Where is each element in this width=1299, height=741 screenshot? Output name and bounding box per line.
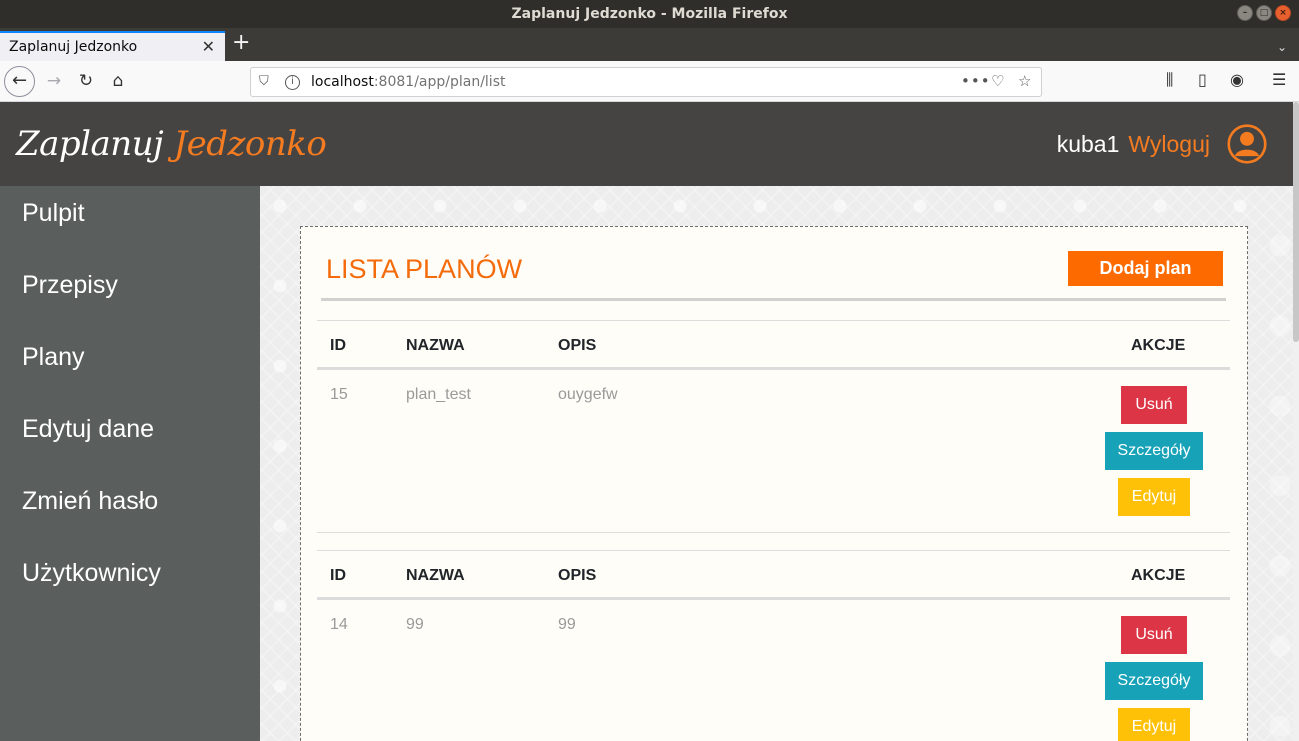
details-button[interactable]: Szczegóły [1105,662,1203,700]
column-header-id: ID [330,337,346,354]
column-header-name: NAZWA [406,567,465,584]
column-header-description: OPIS [558,567,597,584]
info-icon[interactable]: i [285,75,300,90]
logout-link[interactable]: Wyloguj [1128,131,1210,158]
forward-arrow-icon[interactable]: → [40,69,68,93]
row-divider [317,532,1230,533]
pocket-icon[interactable]: ♡ [991,72,1004,90]
column-header-name: NAZWA [406,337,465,354]
user-avatar-icon[interactable] [1224,124,1270,164]
user-area: kuba1 Wyloguj [1057,124,1270,164]
library-icon[interactable]: ⫼ [1166,70,1173,90]
table-header: ID NAZWA OPIS AKCJE [317,550,1230,600]
bookmark-star-icon[interactable]: ☆ [1018,72,1031,90]
plan-list-panel: LISTA PLANÓW Dodaj plan ID NAZWA OPIS AK… [300,226,1248,741]
sidebar-toggle-icon[interactable]: ▯ [1198,70,1207,89]
page-scrollbar-thumb[interactable] [1293,102,1299,342]
window-title: Zaplanuj Jedzonko - Mozilla Firefox [511,6,788,22]
plan-name: 99 [406,616,424,633]
sidebar-item-uzytkownicy[interactable]: Użytkownicy [0,546,260,618]
reload-icon[interactable]: ↻ [72,69,100,93]
column-header-description: OPIS [558,337,597,354]
close-tab-icon[interactable]: ✕ [202,37,215,56]
edit-button[interactable]: Edytuj [1118,708,1190,741]
home-icon[interactable]: ⌂ [104,69,132,93]
navigation-toolbar: ← → ↻ ⌂ ⛉ i localhost:8081/app/plan/list… [0,61,1299,102]
page-actions-icon[interactable]: ••• [961,72,991,90]
add-plan-button[interactable]: Dodaj plan [1068,251,1223,286]
sidebar-item-plany[interactable]: Plany [0,330,260,402]
tab-strip: Zaplanuj Jedzonko ✕ [0,28,1299,61]
column-header-actions: AKCJE [1131,337,1186,354]
delete-button[interactable]: Usuń [1121,616,1187,654]
table-header: ID NAZWA OPIS AKCJE [317,320,1230,370]
account-icon[interactable]: ◉ [1230,70,1244,89]
column-header-id: ID [330,567,346,584]
sidebar-item-pulpit[interactable]: Pulpit [0,186,260,258]
app-header: Zaplanuj Jedzonko kuba1 Wyloguj [0,102,1299,186]
maximize-icon[interactable]: □ [1256,5,1272,21]
plan-id: 15 [330,386,348,403]
url-text[interactable]: localhost:8081/app/plan/list [311,74,505,90]
url-bar[interactable]: ⛉ i localhost:8081/app/plan/list ••• ♡ ☆ [250,67,1042,97]
plan-description: 99 [558,616,576,633]
window-controls: – □ × [1237,5,1291,21]
edit-button[interactable]: Edytuj [1118,478,1190,516]
window-titlebar: Zaplanuj Jedzonko - Mozilla Firefox – □ … [0,0,1299,28]
tab-list-chevron-icon[interactable]: ⌄ [1277,40,1287,54]
column-header-actions: AKCJE [1131,567,1186,584]
plan-description: ouygefw [558,386,618,403]
sidebar-item-edytuj-dane[interactable]: Edytuj dane [0,402,260,474]
sidebar-item-zmien-haslo[interactable]: Zmień hasło [0,474,260,546]
back-arrow-icon[interactable]: ← [4,66,35,97]
sidebar-item-przepisy[interactable]: Przepisy [0,258,260,330]
username: kuba1 [1056,130,1120,157]
details-button[interactable]: Szczegóły [1105,432,1203,470]
new-tab-icon[interactable]: + [232,32,250,54]
page-title: LISTA PLANÓW [326,254,523,284]
menu-hamburger-icon[interactable]: ☰ [1272,70,1286,89]
tab-title: Zaplanuj Jedzonko [9,39,138,55]
close-window-icon[interactable]: × [1275,5,1291,21]
title-divider [321,298,1226,301]
plan-id: 14 [330,616,348,633]
plan-name: plan_test [406,386,471,403]
shield-icon[interactable]: ⛉ [259,74,269,89]
minimize-icon[interactable]: – [1237,5,1253,21]
sidebar: Pulpit Przepisy Plany Edytuj dane Zmień … [0,186,260,741]
browser-tab[interactable]: Zaplanuj Jedzonko ✕ [0,31,225,61]
delete-button[interactable]: Usuń [1121,386,1187,424]
app-logo[interactable]: Zaplanuj Jedzonko [16,124,327,164]
